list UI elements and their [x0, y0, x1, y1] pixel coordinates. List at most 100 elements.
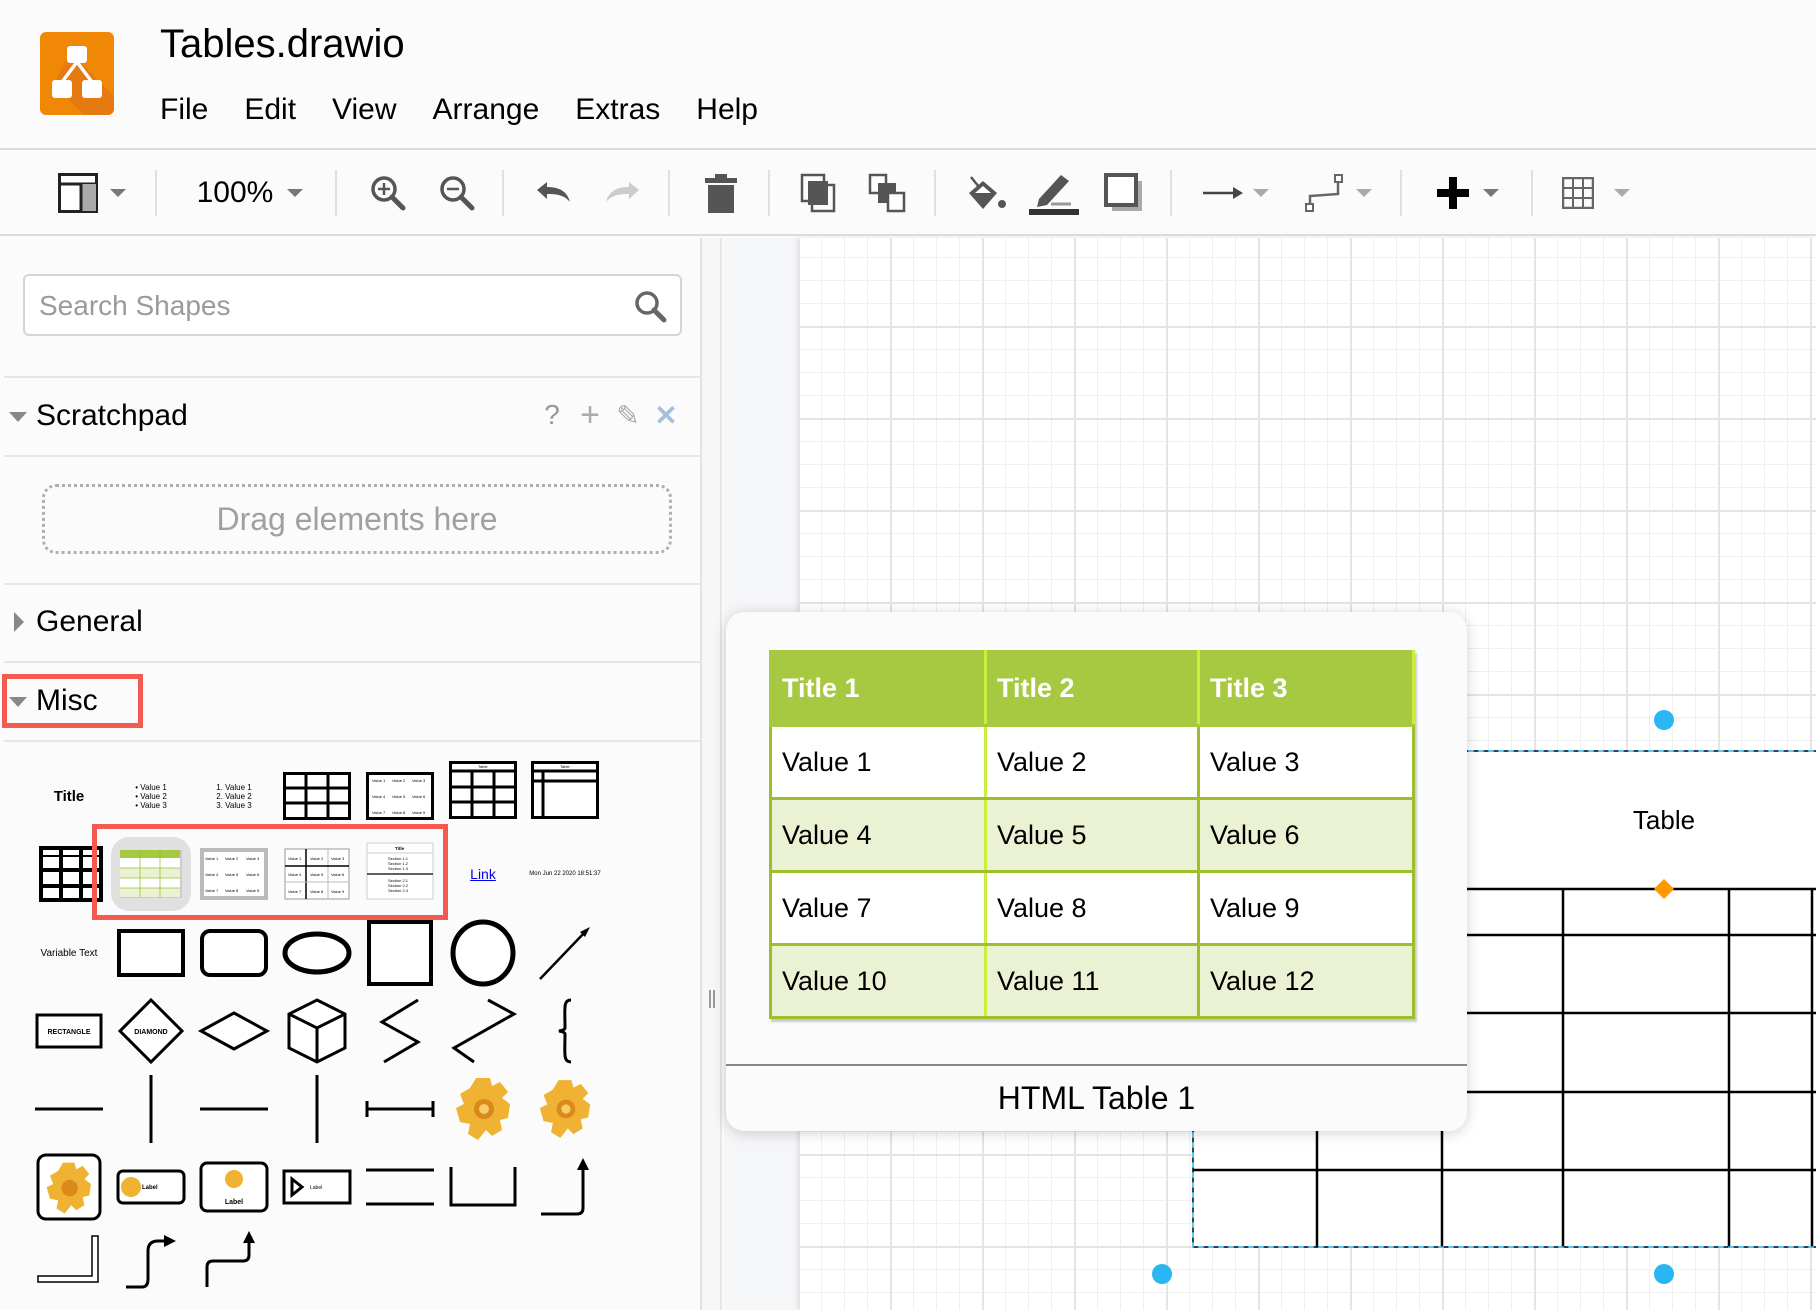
svg-text:DIAMOND: DIAMOND — [134, 1029, 167, 1036]
divider — [4, 583, 702, 585]
shape-gear-image-2[interactable] — [525, 1072, 605, 1146]
shape-sections-table[interactable]: Title Section 1.1 Section 1.2 Section 1.3 … — [360, 834, 440, 908]
svg-text:Value 8: Value 8 — [392, 810, 406, 815]
shape-rounded-rectangle[interactable] — [194, 916, 274, 990]
shape-rectangle[interactable] — [111, 916, 191, 990]
shape-corner[interactable] — [29, 1223, 109, 1297]
format-panel-button[interactable] — [52, 168, 132, 218]
shape-horizontal-divider[interactable] — [194, 1072, 274, 1146]
redo-button[interactable] — [600, 168, 646, 218]
to-back-button[interactable] — [864, 168, 910, 218]
section-misc[interactable]: Misc — [0, 674, 700, 728]
shape-grid-table[interactable] — [277, 759, 357, 833]
shape-dimension-line[interactable] — [360, 1072, 440, 1146]
shape-gear-in-box[interactable] — [29, 1150, 109, 1224]
menu-file[interactable]: File — [160, 90, 208, 130]
shape-bullet-list[interactable]: • Value 1 • Value 2 • Value 3 — [111, 759, 191, 833]
table-cell: Value 4 — [769, 797, 987, 873]
drawio-app: Tables.drawio File Edit View Arrange Ext… — [0, 0, 1816, 1310]
shape-curly-brace[interactable] — [525, 994, 605, 1068]
zoom-in-icon — [371, 176, 406, 211]
shape-circle[interactable] — [443, 916, 523, 990]
close-icon[interactable]: ✕ — [652, 399, 680, 431]
menu-view[interactable]: View — [332, 90, 396, 130]
zoom-in-button[interactable] — [365, 168, 411, 218]
add-icon[interactable]: + — [576, 396, 604, 434]
app-header: Tables.drawio File Edit View Arrange Ext… — [0, 0, 1816, 150]
shape-gear-image[interactable] — [443, 1072, 523, 1146]
fill-color-button[interactable] — [962, 168, 1010, 218]
to-front-button[interactable] — [796, 168, 842, 218]
scratchpad-drop-zone[interactable]: Drag elements here — [42, 484, 672, 554]
menu-help[interactable]: Help — [696, 90, 758, 130]
shape-curved-arrow[interactable] — [111, 1223, 191, 1297]
insert-button[interactable] — [1428, 168, 1508, 218]
section-scratchpad[interactable]: Scratchpad ? + ✎ ✕ — [0, 389, 700, 443]
chevron-down-icon — [1356, 189, 1372, 197]
table-button[interactable] — [1556, 168, 1636, 218]
shape-title-text[interactable]: Title — [29, 759, 109, 833]
shape-lined-table[interactable]: Value 1 Value 2 Value 3 Value 4 Value 5 Valu… — [277, 837, 357, 911]
sidebar-splitter[interactable] — [702, 238, 722, 1310]
menu-extras[interactable]: Extras — [575, 90, 660, 130]
waypoints-button[interactable] — [1296, 168, 1380, 218]
shape-cube[interactable] — [277, 994, 357, 1068]
shape-horizontal-line[interactable] — [29, 1072, 109, 1146]
step-arrow-icon — [205, 1231, 255, 1287]
help-icon[interactable]: ? — [538, 399, 566, 431]
shape-arrow-line[interactable] — [525, 916, 605, 990]
splitter-grip-icon[interactable] — [709, 990, 715, 1008]
line-color-button[interactable] — [1028, 168, 1080, 218]
document-title[interactable]: Tables.drawio — [160, 20, 405, 68]
shape-rough-table[interactable] — [29, 837, 109, 911]
search-shapes-input[interactable] — [39, 284, 619, 328]
shape-zigzag[interactable] — [360, 994, 440, 1068]
zoom-out-button[interactable] — [434, 168, 480, 218]
corner-icon — [37, 1235, 99, 1283]
shape-timestamp[interactable]: Mon Jun 22 2020 18:51:37 — [525, 837, 605, 911]
toolbar-divider — [502, 170, 504, 216]
shape-label-icon-top[interactable]: Label — [194, 1150, 274, 1224]
shape-variable-text[interactable]: Variable Text — [29, 916, 109, 990]
toolbar-divider — [1170, 170, 1172, 216]
undo-button[interactable] — [530, 168, 576, 218]
connection-style-button[interactable] — [1196, 168, 1276, 218]
shape-gray-border-table[interactable]: Value 1 Value 2 Value 3 Value 4 Value 5 Valu… — [194, 837, 274, 911]
edit-icon[interactable]: ✎ — [614, 399, 642, 431]
shape-numbered-list[interactable]: 1. Value 1 2. Value 2 3. Value 3 — [194, 759, 274, 833]
shape-open-box[interactable] — [443, 1150, 523, 1224]
shape-step-arrow[interactable] — [194, 1223, 274, 1297]
shadow-button[interactable] — [1100, 168, 1148, 218]
svg-text:Value 2: Value 2 — [310, 856, 324, 861]
shape-vertical-line[interactable] — [111, 1072, 191, 1146]
menu-arrange[interactable]: Arrange — [433, 90, 540, 130]
shape-vertical-divider[interactable] — [277, 1072, 357, 1146]
menu-edit[interactable]: Edit — [244, 90, 296, 130]
shape-bent-line[interactable] — [443, 994, 523, 1068]
label-triangle-icon: Label — [282, 1169, 352, 1205]
shape-list-table[interactable]: Table — [525, 753, 605, 827]
shape-titled-table[interactable]: Table — [443, 753, 523, 827]
divider — [4, 661, 702, 663]
arrow-right-icon — [1203, 187, 1243, 199]
shape-elbow-arrow[interactable] — [525, 1150, 605, 1224]
shape-sketch-rectangle[interactable]: RECTANGLE — [29, 994, 109, 1068]
zoom-dropdown[interactable]: 100% — [185, 168, 315, 218]
shape-html-table-green[interactable] — [111, 837, 191, 911]
shape-label-triangle[interactable]: Label — [277, 1150, 357, 1224]
shape-sketch-diamond[interactable]: DIAMOND — [111, 994, 191, 1068]
canvas-table-title[interactable]: Table — [1564, 804, 1764, 836]
search-icon[interactable] — [632, 288, 668, 324]
table-cell: Value 7 — [769, 870, 987, 946]
shape-diamond[interactable] — [194, 994, 274, 1068]
shape-square[interactable] — [360, 916, 440, 990]
shape-value-table[interactable]: Value 1 Value 2 Value 3 Value 4 Value 5 Valu… — [360, 759, 440, 833]
shape-link[interactable]: Link — [443, 837, 523, 911]
toolbar-divider — [668, 170, 670, 216]
shape-ellipse[interactable] — [277, 916, 357, 990]
shape-label: • Value 1 • Value 2 • Value 3 — [135, 782, 167, 810]
delete-button[interactable] — [698, 168, 744, 218]
section-general[interactable]: General — [0, 595, 700, 649]
shape-parallel-lines[interactable] — [360, 1150, 440, 1224]
shape-label-icon-left[interactable]: Label — [111, 1150, 191, 1224]
